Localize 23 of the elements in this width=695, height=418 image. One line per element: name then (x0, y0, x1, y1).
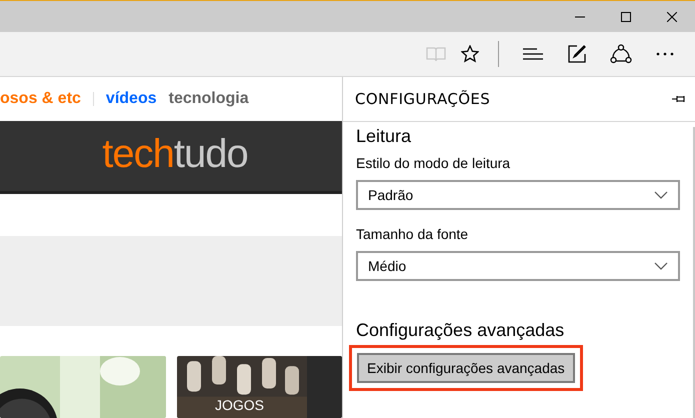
tile-label: JOGOS (215, 396, 264, 415)
maximize-icon (621, 12, 631, 22)
section-title: Configurações avançadas (356, 319, 566, 342)
select-field[interactable]: Médio (356, 251, 680, 281)
nav-link[interactable]: vídeos (106, 87, 157, 111)
field-label: Tamanho da fonte (356, 225, 470, 244)
select-field[interactable]: Padrão (356, 180, 680, 210)
star-icon (461, 45, 479, 63)
advanced-settings-button[interactable]: Exibir configurações avançadas (357, 353, 575, 383)
share-icon (610, 44, 632, 64)
nav-link[interactable]: tecnologia (168, 87, 249, 111)
field-label: Estilo do modo de leitura (356, 154, 512, 173)
chevron-down-icon (654, 191, 668, 199)
pin-icon (672, 95, 686, 103)
pen-square-icon (568, 45, 586, 63)
book-icon (426, 46, 446, 62)
logo: techtudo (102, 134, 248, 178)
more-icon (656, 52, 674, 56)
lines-icon (523, 48, 543, 60)
panel-title: CONFIGURAÇÕES (355, 88, 490, 110)
section-title: Leitura (356, 125, 412, 148)
close-icon (667, 12, 677, 22)
chevron-down-icon (654, 262, 668, 270)
